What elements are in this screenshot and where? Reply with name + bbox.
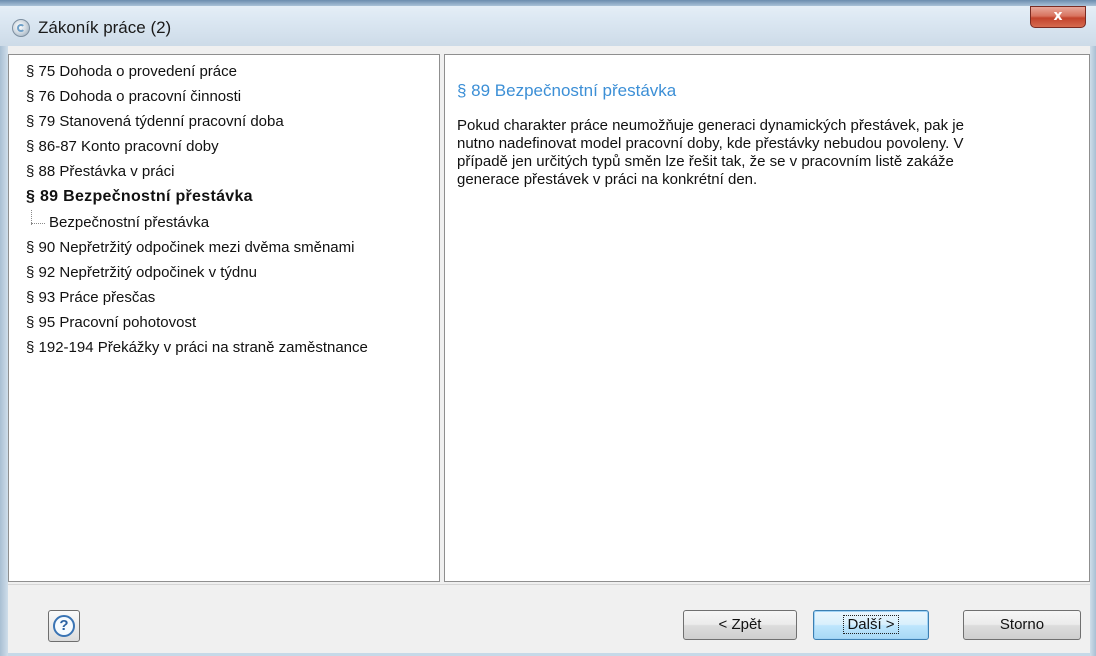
tree-item-95[interactable]: § 95 Pracovní pohotovost — [26, 314, 196, 331]
tree-item-93[interactable]: § 93 Práce přesčas — [26, 289, 155, 306]
content-line: Pokud charakter práce neumožňuje generac… — [457, 117, 964, 134]
tree-item-92[interactable]: § 92 Nepřetržitý odpočinek v týdnu — [26, 264, 257, 281]
content-text: Pokud charakter práce neumožňuje generac… — [457, 117, 1069, 189]
tree-item-90[interactable]: § 90 Nepřetržitý odpočinek mezi dvěma sm… — [26, 239, 354, 256]
tree-subitem-bezpecnostni-prestavka[interactable]: Bezpečnostní přestávka — [49, 214, 209, 231]
topic-content-panel: § 89 Bezpečnostní přestávka Pokud charak… — [444, 54, 1090, 582]
window-title: Zákoník práce (2) — [38, 18, 172, 37]
tree-connector-horizontal — [31, 223, 45, 224]
next-button-label: Další > — [843, 615, 899, 634]
content-line: generace přestávek v práci na konkrétní … — [457, 171, 758, 188]
cancel-button[interactable]: Storno — [963, 610, 1081, 640]
content-heading: § 89 Bezpečnostní přestávka — [457, 81, 677, 100]
next-button[interactable]: Další > — [813, 610, 929, 640]
dialog-window: Zákoník práce (2) x § 75 Dohoda o proved… — [0, 0, 1096, 656]
title-bar[interactable]: Zákoník práce (2) x — [0, 0, 1096, 46]
tree-item-86-87[interactable]: § 86-87 Konto pracovní doby — [26, 138, 219, 155]
tree-item-192-194[interactable]: § 192-194 Překážky v práci na straně zam… — [26, 339, 368, 356]
title-bar-edge — [0, 0, 1096, 6]
tree-item-76[interactable]: § 76 Dohoda o pracovní činnosti — [26, 88, 241, 105]
content-line: případě jen určitých typů směn lze řešit… — [457, 153, 954, 170]
window-border-left — [0, 46, 8, 656]
footer-separator — [8, 584, 1090, 585]
tree-item-88[interactable]: § 88 Přestávka v práci — [26, 163, 174, 180]
tree-item-75[interactable]: § 75 Dohoda o provedení práce — [26, 63, 237, 80]
app-disc-icon — [12, 19, 30, 37]
topic-tree[interactable]: § 75 Dohoda o provedení práce § 76 Dohod… — [8, 54, 440, 582]
help-icon: ? — [53, 615, 75, 637]
content-line: nutno nadefinovat model pracovní doby, k… — [457, 135, 964, 152]
tree-item-79[interactable]: § 79 Stanovená týdenní pracovní doba — [26, 113, 284, 130]
close-button[interactable]: x — [1030, 6, 1086, 28]
window-border-right — [1090, 46, 1096, 656]
help-button[interactable]: ? — [48, 610, 80, 642]
back-button[interactable]: < Zpět — [683, 610, 797, 640]
tree-item-89-selected[interactable]: § 89 Bezpečnostní přestávka — [26, 188, 253, 206]
